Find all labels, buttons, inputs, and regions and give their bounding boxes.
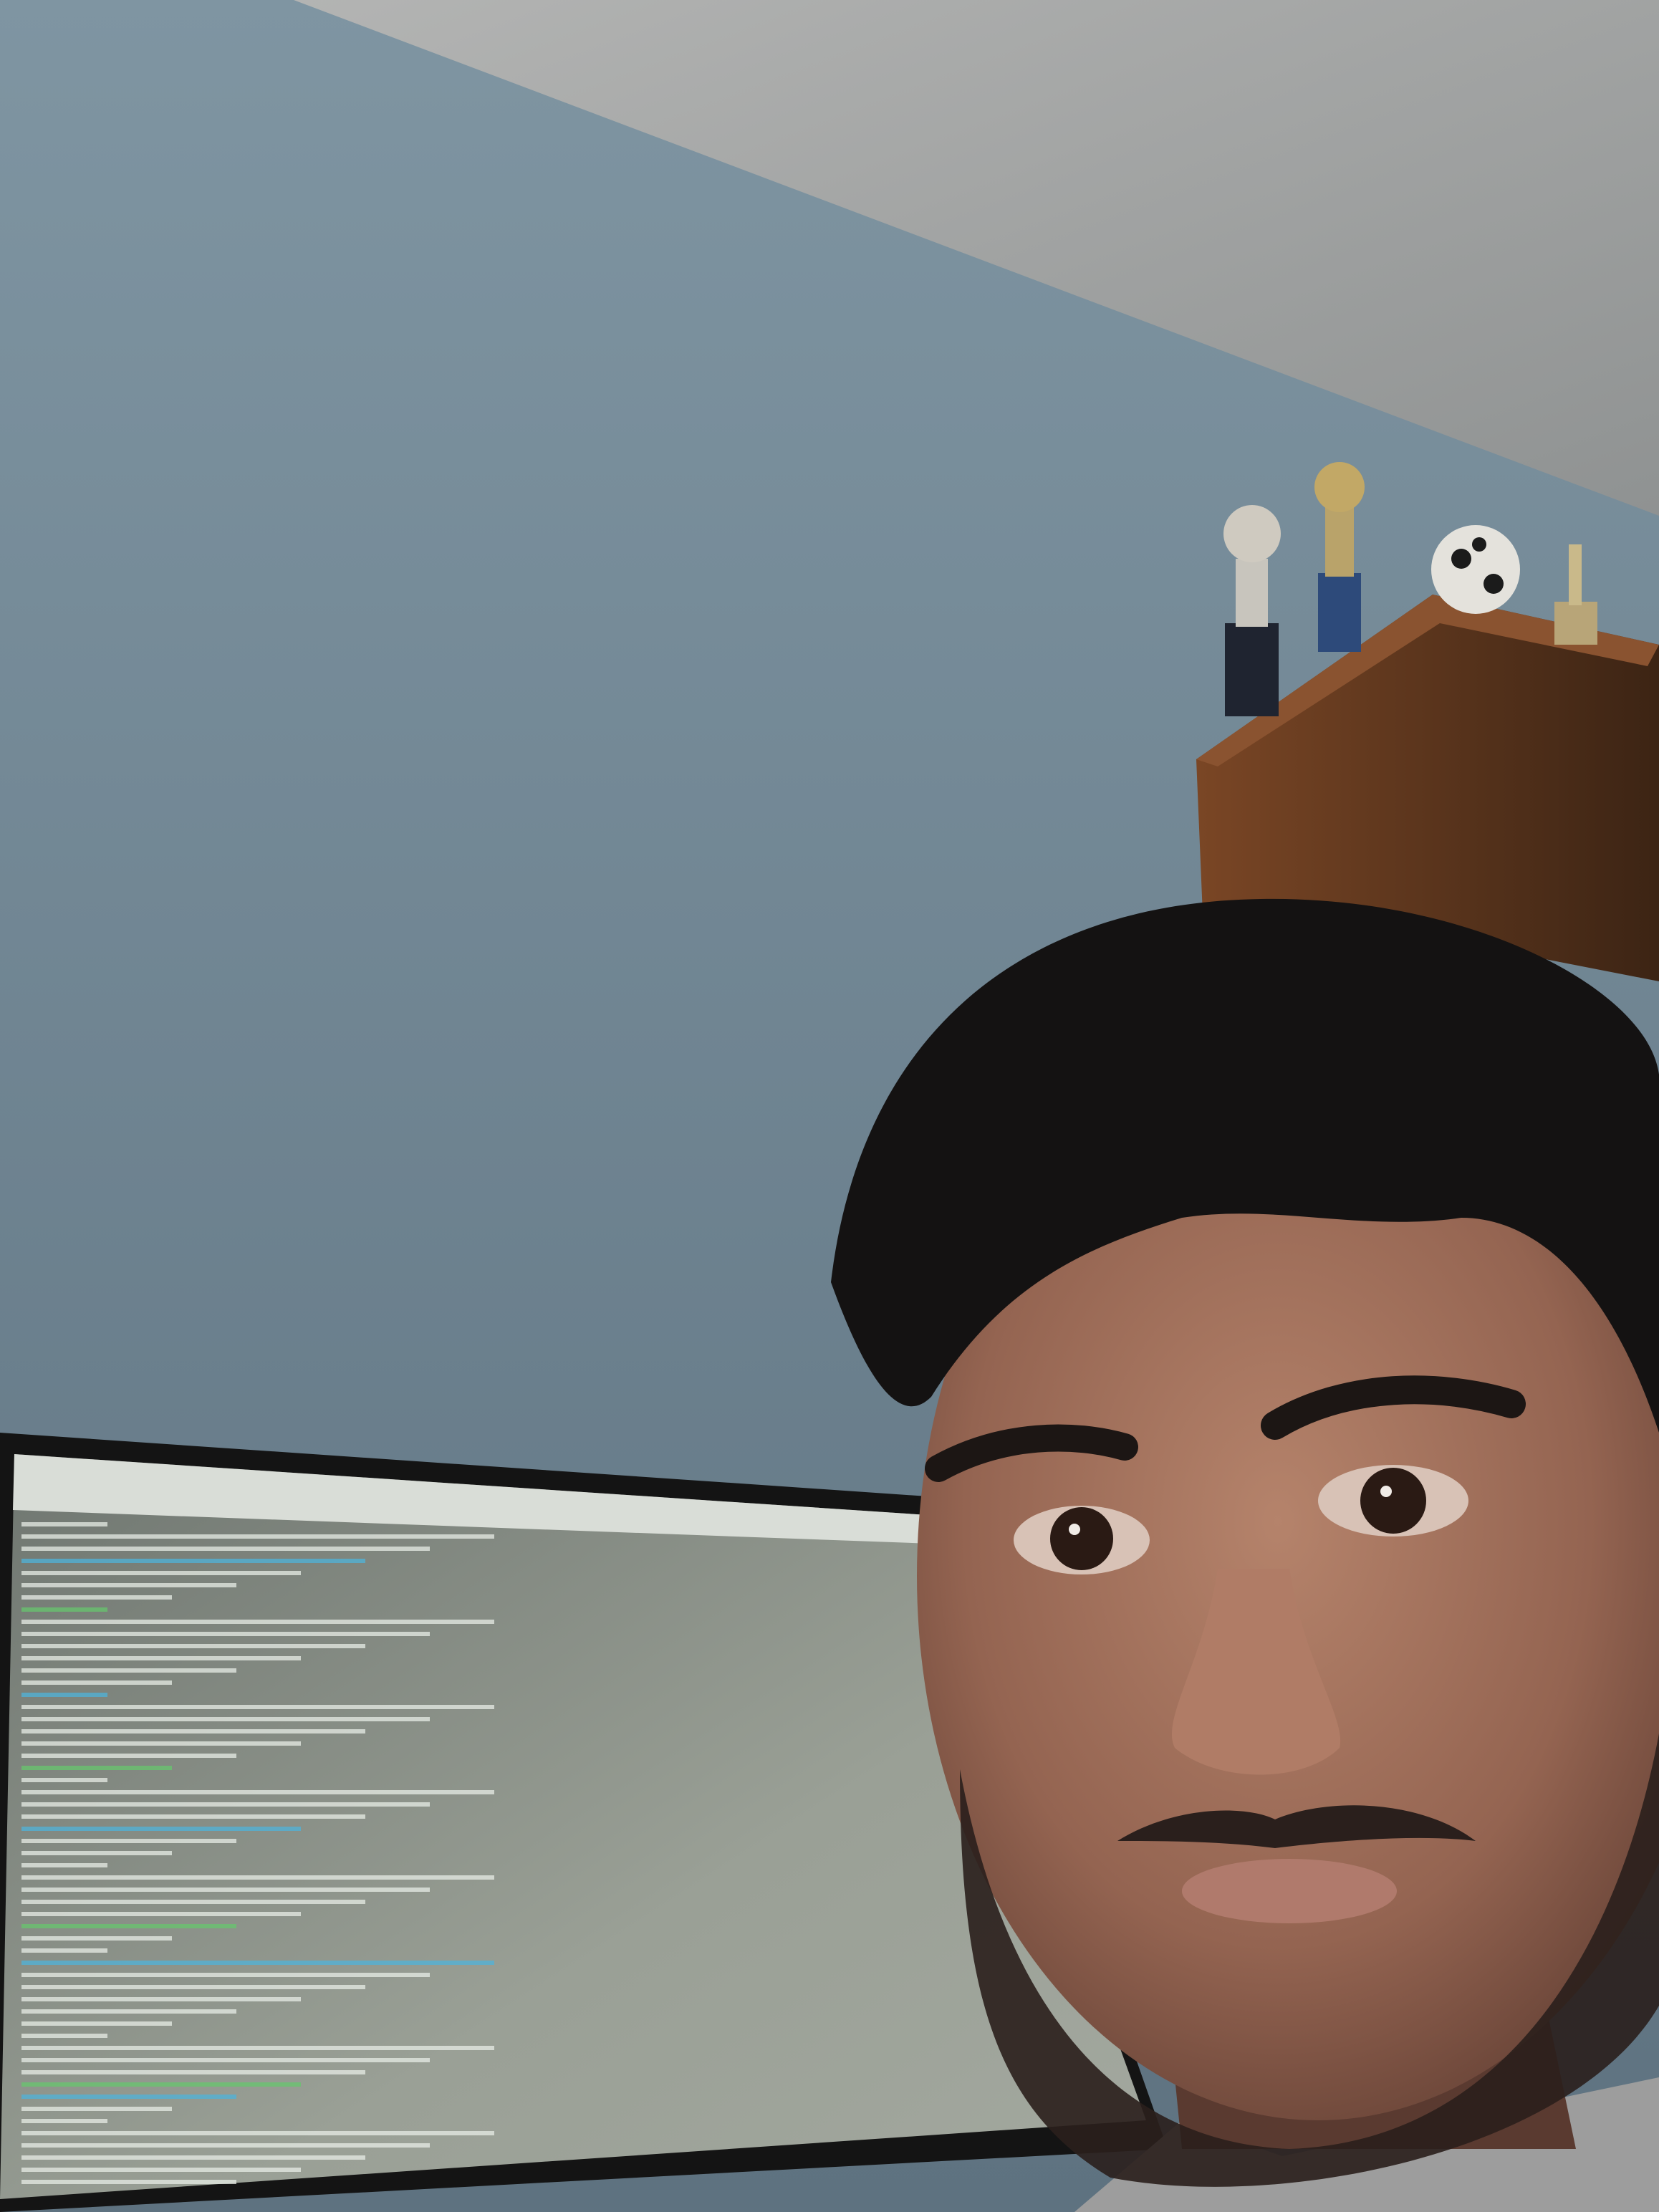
terminal-line xyxy=(21,1656,301,1660)
terminal-line xyxy=(21,1741,301,1746)
terminal-line xyxy=(21,1632,430,1636)
terminal-line xyxy=(21,2058,430,2062)
terminal-line xyxy=(21,1875,494,1880)
terminal-line xyxy=(21,2021,172,2026)
terminal-line xyxy=(21,1997,301,2001)
terminal-line xyxy=(21,2119,107,2123)
terminal-line xyxy=(21,1936,172,1941)
lips xyxy=(1182,1859,1397,1923)
terminal-line xyxy=(21,2009,236,2014)
terminal-line xyxy=(21,1717,430,1721)
terminal-line xyxy=(21,1607,107,1612)
terminal-line xyxy=(21,1547,430,1551)
terminal-line xyxy=(21,2131,494,2135)
left-eye xyxy=(1014,1506,1150,1574)
terminal-line xyxy=(21,1620,494,1624)
terminal-line xyxy=(21,2168,301,2172)
terminal-line xyxy=(21,1912,301,1916)
terminal-line xyxy=(21,1668,236,1673)
terminal-line xyxy=(21,1644,365,1648)
terminal-line xyxy=(21,1802,430,1807)
terminal-line xyxy=(21,1693,107,1697)
terminal-line xyxy=(21,1851,172,1855)
terminal-line xyxy=(21,1924,236,1928)
terminal-line xyxy=(21,2107,172,2111)
photo-scene xyxy=(0,0,1659,2212)
terminal-line xyxy=(21,1559,365,1563)
terminal-line xyxy=(21,1571,301,1575)
terminal-line xyxy=(21,1985,365,1989)
right-eye xyxy=(1318,1465,1468,1537)
terminal-line xyxy=(21,1583,236,1587)
terminal-line xyxy=(21,1754,236,1758)
soccer-ball-trophy xyxy=(1431,525,1520,614)
terminal-line xyxy=(21,1766,172,1770)
terminal-line xyxy=(21,1888,430,1892)
terminal-line xyxy=(21,1790,494,1794)
terminal-line xyxy=(21,2095,236,2099)
terminal-line xyxy=(21,1839,236,1843)
terminal-line xyxy=(21,1948,107,1953)
terminal-line xyxy=(21,1827,301,1831)
terminal-line xyxy=(21,2082,301,2087)
terminal-line xyxy=(21,1778,107,1782)
terminal-line xyxy=(21,2155,365,2160)
terminal-line xyxy=(21,1680,172,1685)
terminal-line xyxy=(21,1973,430,1977)
terminal-line xyxy=(21,2180,236,2184)
terminal-line xyxy=(21,1814,365,1819)
terminal-line xyxy=(21,2070,365,2074)
terminal-line xyxy=(21,2143,430,2148)
terminal-line xyxy=(21,2046,494,2050)
terminal-line xyxy=(21,1863,107,1867)
terminal-line xyxy=(21,1705,494,1709)
terminal-line xyxy=(21,1961,494,1965)
terminal-line xyxy=(21,1595,172,1600)
terminal-line xyxy=(21,2034,107,2038)
terminal-line xyxy=(21,1729,365,1733)
terminal-line xyxy=(21,1534,494,1539)
terminal-line xyxy=(21,1522,107,1526)
terminal-line xyxy=(21,1900,365,1904)
